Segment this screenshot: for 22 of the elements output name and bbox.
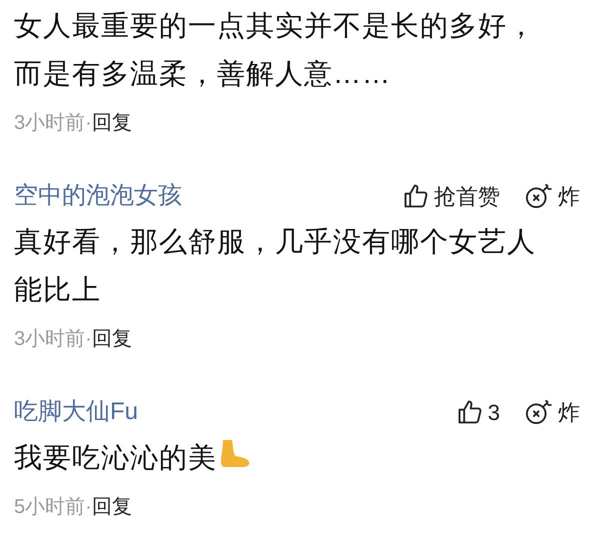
reply-link[interactable]: 回复 — [92, 108, 132, 138]
comment-text: 真好看，那么舒服，几乎没有哪个女艺人 能比上 — [14, 225, 536, 307]
separator: · — [85, 327, 92, 352]
separator: · — [85, 495, 92, 520]
comment-text: 我要吃沁沁的美 — [14, 441, 217, 475]
bomb-button[interactable]: 炸 — [524, 180, 580, 212]
bomb-icon — [524, 398, 552, 426]
reply-link[interactable]: 回复 — [92, 492, 132, 522]
username[interactable]: 空中的泡泡女孩 — [14, 178, 182, 214]
timestamp: 5小时前 — [14, 495, 86, 520]
reply-link[interactable]: 回复 — [92, 324, 132, 354]
bomb-button[interactable]: 炸 — [524, 396, 580, 428]
timestamp: 3小时前 — [14, 327, 86, 352]
thumbs-up-icon — [402, 182, 430, 210]
thumbs-up-icon — [456, 398, 484, 426]
username[interactable]: 吃脚大仙Fu — [14, 394, 138, 430]
bomb-icon — [524, 182, 552, 210]
like-button[interactable]: 抢首赞 — [402, 180, 500, 212]
separator: · — [85, 111, 92, 136]
timestamp: 3小时前 — [14, 111, 86, 136]
comment-text: 女人最重要的一点其实并不是长的多好， 而是有多温柔，善解人意…… — [14, 9, 536, 91]
like-button[interactable]: 3 — [456, 396, 500, 428]
